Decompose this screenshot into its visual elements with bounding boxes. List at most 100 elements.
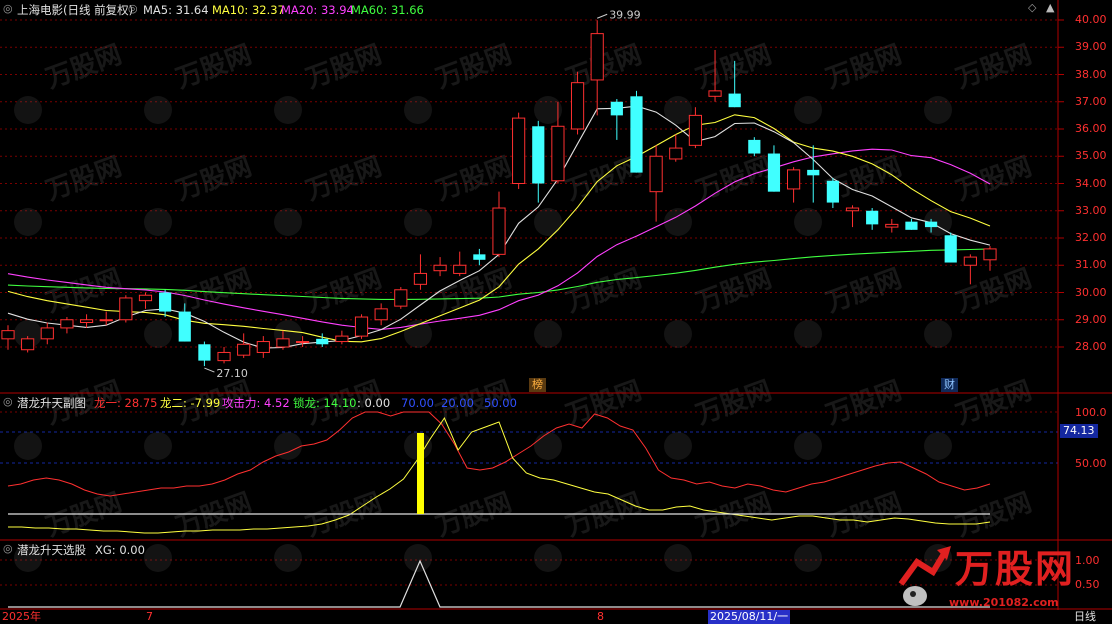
candle bbox=[983, 246, 997, 271]
watermark-logo bbox=[534, 320, 562, 348]
candle-body bbox=[649, 155, 663, 193]
candle-body bbox=[983, 248, 997, 261]
candle-body bbox=[669, 147, 683, 160]
candle bbox=[60, 317, 74, 334]
candle-body bbox=[138, 294, 153, 302]
diamond-icon[interactable]: ◇ bbox=[1028, 1, 1036, 14]
candle-body bbox=[237, 343, 251, 356]
candle-body bbox=[845, 207, 860, 212]
watermark-logo bbox=[144, 320, 172, 348]
candle bbox=[512, 112, 526, 189]
candle bbox=[394, 287, 408, 309]
watermark-text: 万股网 bbox=[302, 488, 386, 543]
watermark-logo bbox=[664, 208, 692, 236]
watermark-text: 万股网 bbox=[692, 376, 776, 431]
price-axis-label: 37.00 bbox=[1075, 94, 1107, 108]
candle bbox=[905, 218, 918, 230]
candle bbox=[630, 90, 643, 173]
candle-body bbox=[767, 153, 781, 192]
candle-body bbox=[826, 180, 839, 203]
price-axis-label: 36.00 bbox=[1075, 122, 1107, 135]
candle-body bbox=[99, 319, 113, 322]
candle-body bbox=[866, 210, 879, 225]
sub1-level70: 70.00 bbox=[401, 396, 434, 410]
candle-body bbox=[178, 311, 191, 342]
candle-body bbox=[570, 82, 585, 130]
dropdown-circle-icon[interactable]: ◎ bbox=[128, 2, 138, 15]
price-axis-label: 29.00 bbox=[1075, 312, 1107, 326]
candle bbox=[1, 325, 15, 350]
watermark-logo bbox=[14, 96, 42, 124]
price-axis-label: 30.00 bbox=[1075, 285, 1107, 299]
sub1-zero: : 0.00 bbox=[357, 396, 391, 410]
watermark-logo bbox=[924, 432, 952, 460]
candle-body bbox=[453, 264, 467, 274]
watermark-text: 万股网 bbox=[302, 152, 386, 207]
watermark-text: 万股网 bbox=[172, 40, 256, 95]
sub1-level50: 50.00 bbox=[484, 396, 517, 410]
watermark-text: 万股网 bbox=[432, 152, 516, 207]
candle-body bbox=[256, 341, 270, 353]
watermark-logo bbox=[534, 208, 562, 236]
watermark-logo bbox=[794, 320, 822, 348]
collapse-circle-icon[interactable]: ◎ bbox=[3, 2, 13, 15]
watermark-logo bbox=[664, 432, 692, 460]
watermark-text: 万股网 bbox=[692, 488, 776, 543]
watermark-text: 万股网 bbox=[172, 488, 256, 543]
watermark-logo bbox=[404, 96, 432, 124]
candle bbox=[845, 205, 860, 228]
price-chart[interactable]: 万股网 万股网 万股网 万股网 万股网 万股网 万股网 万股网万股网 万股网 万股网 万股网 万股网万… bbox=[0, 0, 1112, 624]
candle-body bbox=[21, 338, 35, 351]
collapse-circle-icon[interactable]: ◎ bbox=[3, 395, 13, 408]
sub2-title: 潜龙升天选股 bbox=[17, 543, 86, 557]
watermark-logo bbox=[274, 432, 302, 460]
scroll-up-icon[interactable]: ▲ bbox=[1046, 1, 1054, 14]
watermark-text: 万股网 bbox=[42, 152, 126, 207]
watermark-logo bbox=[924, 96, 952, 124]
collapse-circle-icon[interactable]: ◎ bbox=[3, 542, 13, 555]
candle-body bbox=[512, 117, 526, 184]
candle-body bbox=[963, 256, 977, 266]
sub1-signal-bar bbox=[417, 433, 424, 514]
candle-body bbox=[394, 289, 408, 307]
candle bbox=[354, 314, 369, 339]
candle-body bbox=[79, 319, 94, 323]
bang-marker[interactable]: 榜 bbox=[529, 378, 546, 392]
watermark-logo bbox=[404, 208, 432, 236]
candle-body bbox=[217, 351, 231, 362]
watermark-text: 万股网 bbox=[692, 40, 776, 95]
candle-body bbox=[708, 90, 722, 97]
candle-body bbox=[296, 341, 310, 344]
candle-body bbox=[532, 126, 545, 184]
ma60-label: MA60: 31.66 bbox=[351, 3, 424, 17]
candle bbox=[944, 232, 957, 263]
sub1-lock: 锁龙: 14.10 bbox=[293, 396, 357, 410]
candle-body bbox=[433, 264, 447, 272]
candle bbox=[335, 330, 349, 345]
candle bbox=[590, 20, 604, 116]
watermark-logo bbox=[274, 208, 302, 236]
candle bbox=[79, 314, 94, 328]
candle bbox=[473, 248, 486, 266]
candle-body bbox=[905, 221, 918, 230]
candle-body bbox=[316, 338, 329, 345]
candle-body bbox=[885, 223, 899, 228]
candle bbox=[256, 336, 270, 358]
ma5-label: MA5: 31.64 bbox=[143, 3, 209, 17]
ma20-label: MA20: 33.94 bbox=[281, 3, 354, 17]
candle-body bbox=[354, 316, 369, 337]
price-axis-label: 35.00 bbox=[1075, 149, 1107, 163]
cai-marker[interactable]: 财 bbox=[941, 378, 958, 392]
watermark-text: 万股网 bbox=[822, 40, 906, 95]
candle-body bbox=[60, 319, 74, 329]
sub1-axis-100: 100.0 bbox=[1075, 406, 1107, 419]
xaxis-year: 2025年 bbox=[2, 610, 41, 623]
watermark-logo bbox=[794, 544, 822, 572]
watermark-text: 万股网 bbox=[432, 40, 516, 95]
kline-chart-window[interactable]: 万股网 万股网 万股网 万股网 万股网 万股网 万股网 万股网 万股网 万股网 万股网 万股网 万股网万… bbox=[0, 0, 1112, 624]
watermark-logo bbox=[924, 320, 952, 348]
candle bbox=[138, 292, 153, 309]
candle bbox=[492, 191, 506, 258]
candle bbox=[316, 333, 329, 347]
watermark-logo bbox=[274, 96, 302, 124]
